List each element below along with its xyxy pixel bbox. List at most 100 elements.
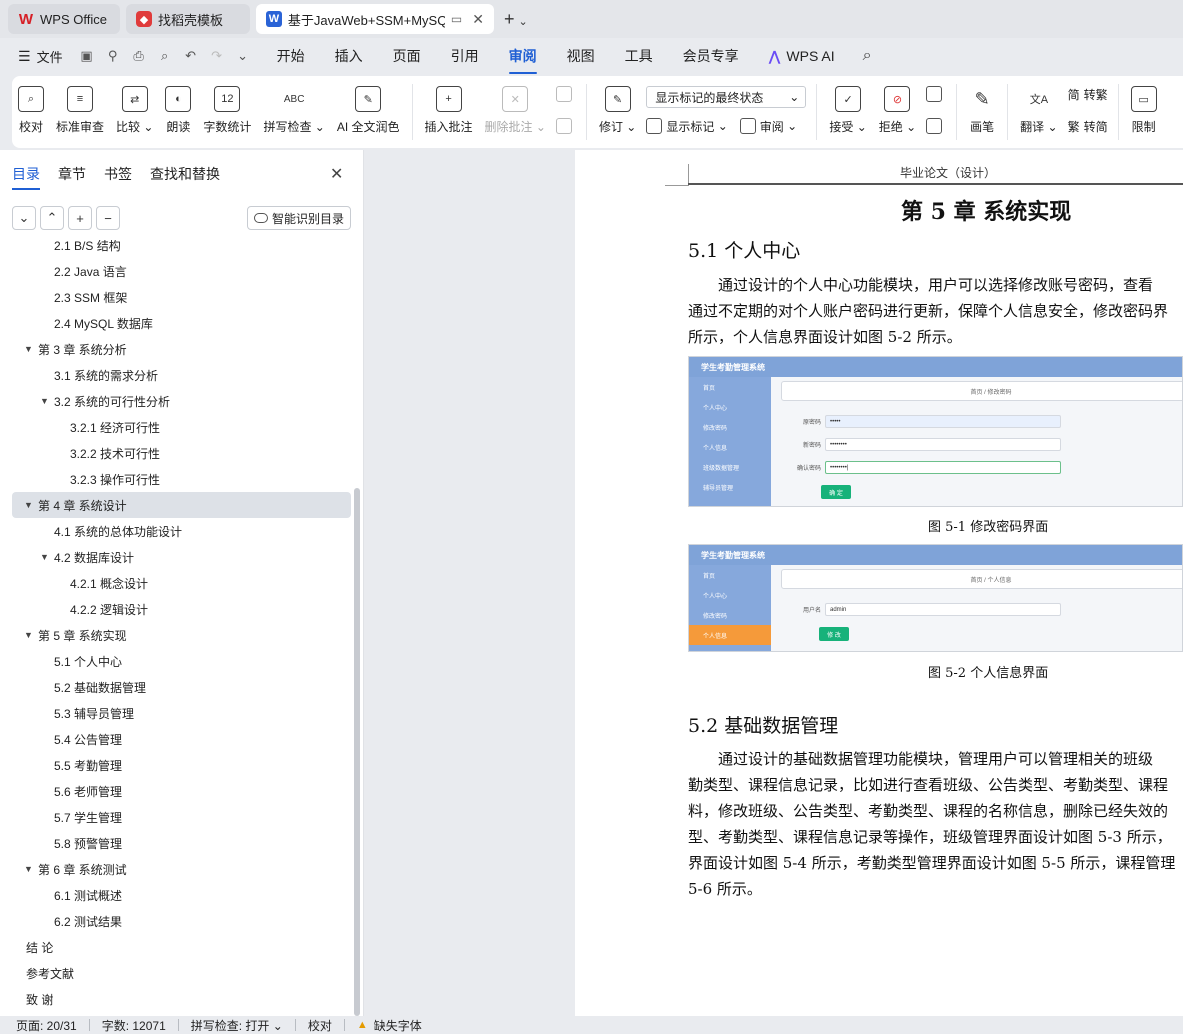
tab-find-replace[interactable]: 查找和替换 [150,164,220,184]
toc-item[interactable]: ▼ 3.2 系统的可行性分析 [12,388,351,414]
insert-comment-button[interactable]: + 插入批注 [419,82,479,142]
search-icon[interactable]: ⌕ [863,47,872,65]
spell-check-status[interactable]: 拼写检查: 打开 ⌄ [191,1017,283,1034]
read-aloud-button[interactable]: ◐ 朗读 [159,82,197,142]
menu-tools[interactable]: 工具 [625,46,653,66]
toc-item[interactable]: 6.2 测试结果 [12,908,351,934]
caret-down-icon[interactable]: ▼ [24,344,36,354]
toc-item[interactable]: 5.1 个人中心 [12,648,351,674]
undo-icon[interactable]: ↶ [183,48,199,64]
missing-font-status[interactable]: 缺失字体 [374,1017,422,1034]
toc-scrollbar[interactable] [354,488,360,1016]
to-traditional-button[interactable]: 简转繁 [1068,82,1108,106]
print-icon[interactable]: ⎙ [131,48,147,64]
toc-item[interactable]: 4.1 系统的总体功能设计 [12,518,351,544]
translate-button[interactable]: 文A 翻译 ⌄ [1014,82,1063,142]
delete-comment-button[interactable]: ✕ 删除批注 ⌄ [479,82,552,142]
prev-comment-button[interactable] [555,82,576,106]
chevron-down-icon[interactable]: ⌄ [235,48,251,64]
standard-review-button[interactable]: ≡ 标准审查 [50,82,110,142]
review-pane-button[interactable]: 审阅 ⌄ [739,114,797,138]
document-page[interactable]: 毕业论文（设计） 第 5 章 系统实现 5.1 个人中心 通过设计的个人中心功能… [575,150,1183,1016]
toc-item[interactable]: 6.1 测试概述 [12,882,351,908]
close-icon[interactable]: ✕ [472,11,484,28]
tab-docer-templates[interactable]: ◆ 找稻壳模板 [126,4,250,34]
toc-item[interactable]: 2.4 MySQL 数据库 [12,310,351,336]
ai-polish-button[interactable]: ✎ AI 全文润色 [331,82,406,142]
toc-item[interactable]: 致 谢 [12,986,351,1012]
caret-down-icon[interactable]: ▼ [40,552,52,562]
toc-item[interactable]: 结 论 [12,934,351,960]
toc-item[interactable]: 5.2 基础数据管理 [12,674,351,700]
toc-item[interactable]: 5.7 学生管理 [12,804,351,830]
toc-item[interactable]: 5.3 辅导员管理 [12,700,351,726]
menu-insert[interactable]: 插入 [335,46,363,66]
toc-item[interactable]: 2.2 Java 语言 [12,258,351,284]
toc-item[interactable]: ▼ 第 4 章 系统设计 [12,492,351,518]
compare-button[interactable]: ⇄ 比较 ⌄ [110,82,159,142]
toc-item[interactable]: 5.8 预警管理 [12,830,351,856]
toc-item[interactable]: 5.6 老师管理 [12,778,351,804]
accept-button[interactable]: ✓ 接受 ⌄ [823,82,872,142]
menu-review[interactable]: 审阅 [508,46,537,74]
proofread-status[interactable]: 校对 [308,1017,332,1034]
menu-home[interactable]: 开始 [277,46,305,66]
file-menu[interactable]: ☰ 文件 [18,47,63,66]
new-tab-button[interactable]: + ⌄ [504,9,528,30]
collapse-icon[interactable]: ⌃ [40,206,64,230]
save-icon[interactable]: ▣ [79,48,95,64]
add-heading-icon[interactable]: + [68,206,92,230]
toc-item[interactable]: 3.2.2 技术可行性 [12,440,351,466]
pen-button[interactable]: ✎ 画笔 [963,82,1001,142]
prev-change-button[interactable] [926,82,946,106]
show-markup-button[interactable]: 显示标记 ⌄ [646,114,728,138]
toc-item[interactable]: 5.5 考勤管理 [12,752,351,778]
menu-page[interactable]: 页面 [393,46,421,66]
tab-document[interactable]: W 基于JavaWeb+SSM+MySQL ▭ ✕ [256,4,494,34]
next-change-button[interactable] [926,114,946,138]
document-canvas[interactable]: 毕业论文（设计） 第 5 章 系统实现 5.1 个人中心 通过设计的个人中心功能… [365,150,1183,1016]
toc-item[interactable]: 4.2.2 逻辑设计 [12,596,351,622]
word-count-button[interactable]: 12 字数统计 [197,82,257,142]
toc-item[interactable]: ▼ 4.2 数据库设计 [12,544,351,570]
menu-references[interactable]: 引用 [451,46,479,66]
toc-item[interactable]: 3.2.3 操作可行性 [12,466,351,492]
redo-icon[interactable]: ↷ [209,48,225,64]
caret-down-icon[interactable]: ▼ [24,630,36,640]
proofread-button[interactable]: ⌕ 校对 [12,82,50,142]
caret-down-icon[interactable]: ▼ [40,396,52,406]
toc-item[interactable]: 5.4 公告管理 [12,726,351,752]
smart-toc-button[interactable]: 智能识别目录 [247,206,351,230]
tab-wps-office[interactable]: W WPS Office [8,4,120,34]
remove-heading-icon[interactable]: − [96,206,120,230]
menu-view[interactable]: 视图 [567,46,595,66]
spell-check-button[interactable]: ABC 拼写检查 ⌄ [257,82,330,142]
monitor-icon[interactable]: ▭ [451,12,462,26]
toc-item[interactable]: 3.2.1 经济可行性 [12,414,351,440]
word-count[interactable]: 字数: 12071 [102,1017,166,1034]
reject-button[interactable]: ⊘ 拒绝 ⌄ [873,82,922,142]
toc-item[interactable]: 2.1 B/S 结构 [12,240,351,258]
track-changes-button[interactable]: ✎ 修订 ⌄ [593,82,642,142]
toc-item[interactable]: 3.1 系统的需求分析 [12,362,351,388]
toc-item[interactable]: ▼ 第 5 章 系统实现 [12,622,351,648]
chevron-down-icon[interactable]: ⌄ [519,16,528,28]
display-mode-select[interactable]: 显示标记的最终状态 ⌄ [646,86,807,108]
menu-member[interactable]: 会员专享 [683,46,739,66]
menu-wps-ai[interactable]: ⋀ WPS AI [769,48,835,65]
toc-item[interactable]: 4.2.1 概念设计 [12,570,351,596]
toc-item[interactable]: 参考文献 [12,960,351,986]
expand-icon[interactable]: ⌄ [12,206,36,230]
print-preview-icon[interactable]: ⌕ [157,48,173,64]
toc-item[interactable]: ▼ 第 3 章 系统分析 [12,336,351,362]
restrict-editing-button[interactable]: ▭ 限制 [1125,82,1163,142]
toc-item[interactable]: 2.3 SSM 框架 [12,284,351,310]
page-indicator[interactable]: 页面: 20/31 [16,1017,77,1034]
caret-down-icon[interactable]: ▼ [24,500,36,510]
tab-bookmarks[interactable]: 书签 [104,164,132,184]
next-comment-button[interactable] [555,114,576,138]
caret-down-icon[interactable]: ▼ [24,864,36,874]
tab-sections[interactable]: 章节 [58,164,86,184]
tab-toc[interactable]: 目录 [12,164,40,190]
to-simplified-button[interactable]: 繁转简 [1068,114,1108,138]
